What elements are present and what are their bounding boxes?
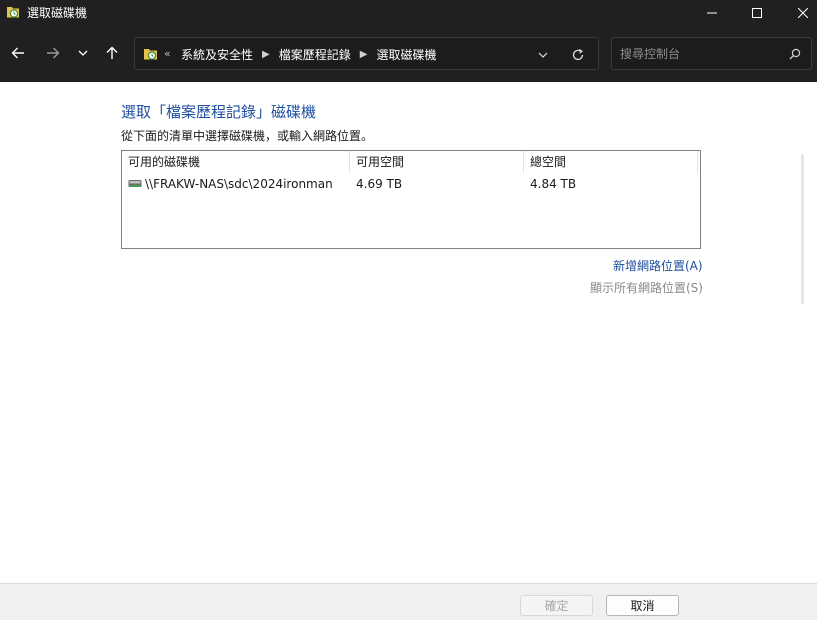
content-area: 選取「檔案歷程記錄」磁碟機 從下面的清單中選擇磁碟機，或輸入網路位置。 可用的磁… — [0, 82, 817, 583]
maximize-icon — [752, 7, 762, 18]
instruction-text: 從下面的清單中選擇磁碟機，或輸入網路位置。 — [121, 129, 374, 143]
arrow-right-icon — [47, 47, 60, 59]
maximize-button[interactable] — [734, 0, 780, 25]
file-history-icon — [144, 49, 157, 60]
arrow-up-icon — [106, 46, 118, 59]
search-icon — [789, 48, 801, 60]
arrow-left-icon — [11, 47, 24, 59]
breadcrumb-item-system-security[interactable]: 系統及安全性 — [181, 46, 253, 63]
close-icon — [798, 7, 808, 18]
dialog-footer: 確定 取消 — [0, 583, 817, 620]
breadcrumb-separator-icon[interactable]: ▶ — [262, 49, 270, 60]
file-history-icon — [7, 7, 19, 18]
column-header-drive[interactable]: 可用的磁碟機 — [122, 151, 350, 173]
breadcrumb: 系統及安全性 ▶ 檔案歷程記錄 ▶ 選取磁碟機 — [181, 46, 436, 63]
address-overflow-icon[interactable]: « — [164, 47, 171, 60]
drive-list[interactable]: 可用的磁碟機 可用空間 總空間 \\FRAKW-NAS\sdc\2024iron… — [121, 150, 701, 249]
cancel-button[interactable]: 取消 — [606, 595, 679, 616]
title-bar: 選取磁碟機 — [0, 0, 817, 25]
breadcrumb-item-select-drive[interactable]: 選取磁碟機 — [376, 46, 436, 63]
minimize-icon — [707, 12, 717, 13]
minimize-button[interactable] — [689, 0, 735, 25]
network-drive-icon — [128, 180, 142, 187]
refresh-icon — [572, 49, 584, 61]
ok-button[interactable]: 確定 — [520, 595, 593, 616]
drive-free-space: 4.69 TB — [356, 177, 403, 191]
chevron-down-icon — [538, 52, 548, 58]
search-box[interactable] — [611, 37, 812, 70]
drive-row[interactable]: \\FRAKW-NAS\sdc\2024ironman 4.69 TB 4.84… — [122, 175, 700, 195]
drive-total-space: 4.84 TB — [530, 177, 577, 191]
add-network-location-link[interactable]: 新增網路位置(A) — [613, 257, 703, 274]
back-button[interactable] — [7, 42, 29, 64]
navigation-bar: « 系統及安全性 ▶ 檔案歷程記錄 ▶ 選取磁碟機 — [0, 25, 817, 82]
address-bar[interactable]: « 系統及安全性 ▶ 檔案歷程記錄 ▶ 選取磁碟機 — [134, 37, 599, 70]
breadcrumb-separator-icon[interactable]: ▶ — [360, 49, 368, 60]
up-button[interactable] — [101, 42, 123, 64]
drive-name: \\FRAKW-NAS\sdc\2024ironman — [145, 177, 333, 191]
search-button[interactable] — [787, 46, 803, 62]
vertical-scrollbar[interactable] — [801, 154, 804, 304]
refresh-button[interactable] — [569, 46, 587, 64]
chevron-down-icon — [78, 50, 88, 56]
close-button[interactable] — [780, 0, 817, 25]
window-title: 選取磁碟機 — [27, 6, 88, 20]
breadcrumb-item-file-history[interactable]: 檔案歷程記錄 — [279, 46, 351, 63]
drive-name-cell: \\FRAKW-NAS\sdc\2024ironman — [128, 177, 333, 191]
column-header-total-space[interactable]: 總空間 — [524, 151, 698, 173]
show-all-network-locations-link: 顯示所有網路位置(S) — [590, 281, 703, 295]
column-header-free-space[interactable]: 可用空間 — [350, 151, 524, 173]
forward-button[interactable] — [42, 42, 64, 64]
page-title: 選取「檔案歷程記錄」磁碟機 — [121, 103, 317, 121]
search-input[interactable] — [620, 45, 780, 63]
address-history-button[interactable] — [535, 47, 551, 63]
drive-list-header: 可用的磁碟機 可用空間 總空間 — [122, 151, 700, 173]
recent-locations-button[interactable] — [72, 42, 94, 64]
